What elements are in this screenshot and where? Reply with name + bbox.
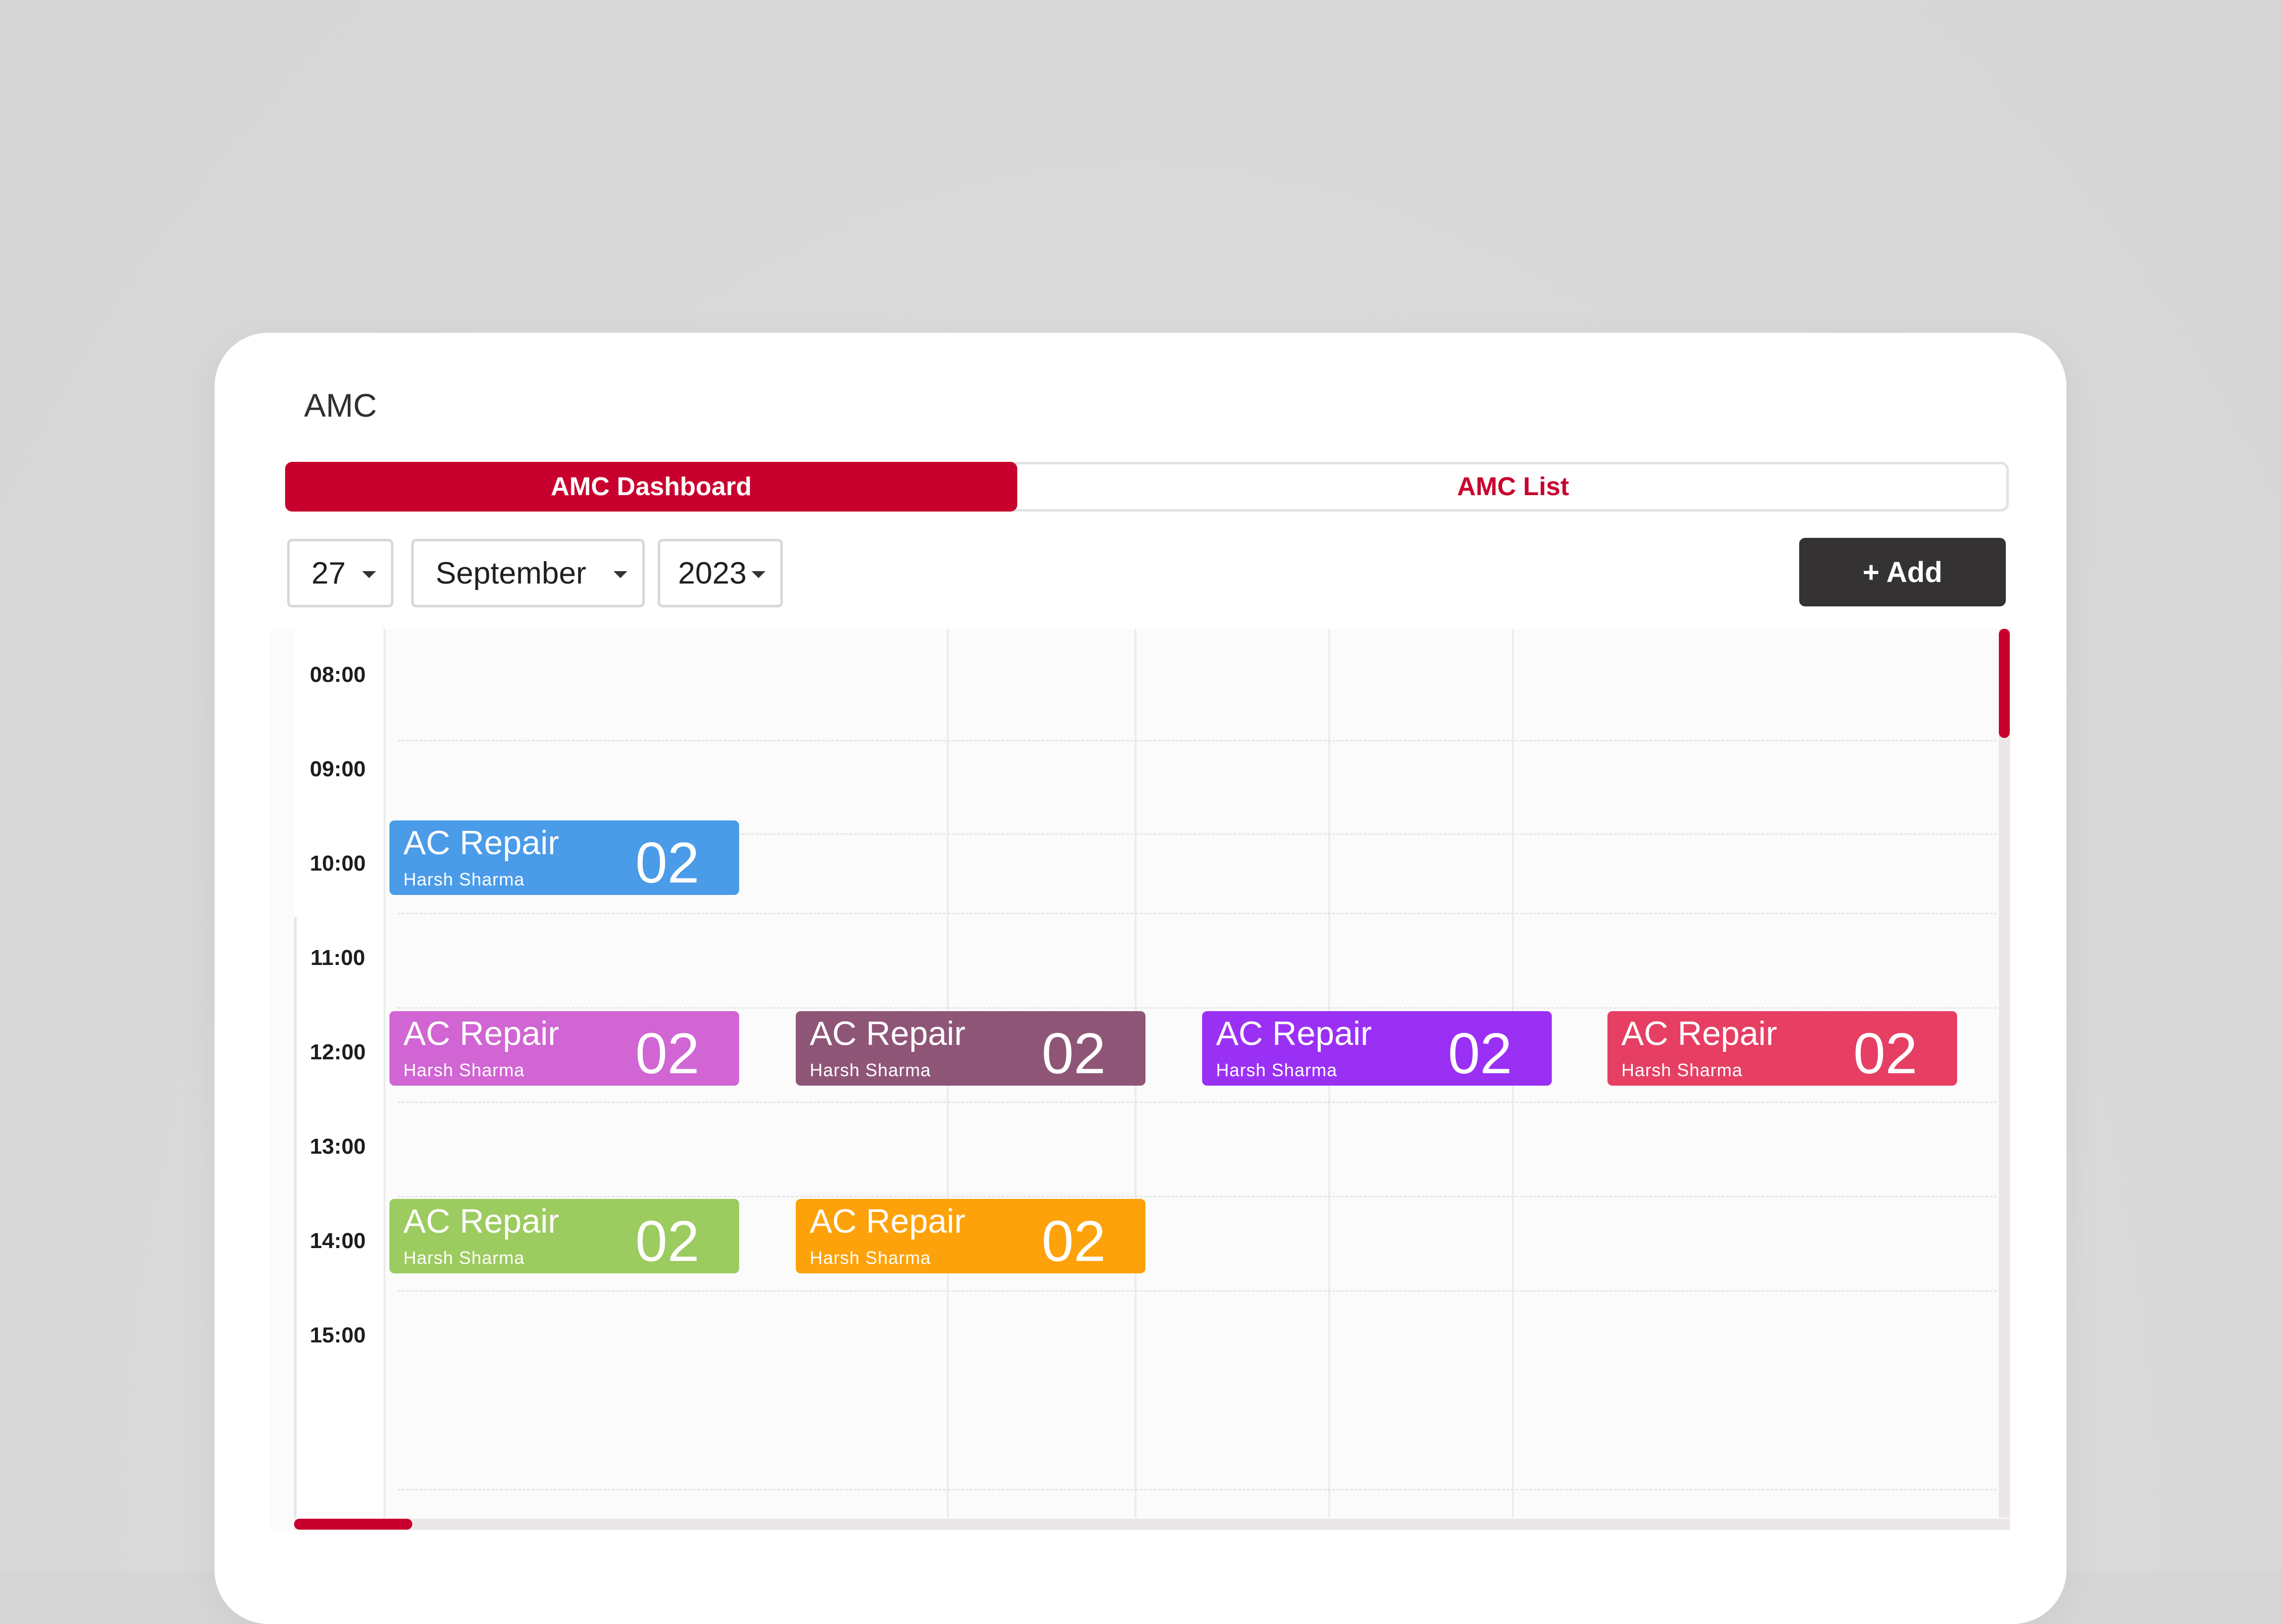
event-count: 02 <box>635 830 699 895</box>
horizontal-scrollbar[interactable] <box>294 1519 2010 1530</box>
event-assignee: Harsh Sharma <box>403 1060 525 1080</box>
caret-down-icon <box>613 571 627 578</box>
day-select-value: 27 <box>311 556 346 591</box>
event-assignee: Harsh Sharma <box>1216 1060 1338 1080</box>
hour-gridline <box>397 1489 1997 1490</box>
event-title: AC Repair <box>810 1202 966 1240</box>
time-label: 13:00 <box>309 1134 366 1159</box>
event-assignee: Harsh Sharma <box>810 1060 931 1080</box>
tab-amc-dashboard[interactable]: AMC Dashboard <box>285 462 1017 512</box>
hour-gridline <box>397 913 1997 914</box>
time-label: 11:00 <box>310 946 366 970</box>
event-title: AC Repair <box>403 1202 559 1240</box>
event-card[interactable]: AC Repair Harsh Sharma 02 <box>389 820 739 895</box>
hour-gridline <box>397 1007 1997 1009</box>
hour-gridline <box>397 1196 1997 1197</box>
time-label: 15:00 <box>309 1323 366 1347</box>
event-title: AC Repair <box>403 1015 559 1052</box>
event-count: 02 <box>1447 1021 1512 1086</box>
event-count: 02 <box>1853 1021 1917 1086</box>
day-select[interactable]: 27 <box>287 539 393 607</box>
time-column-divider <box>294 917 297 1518</box>
event-title: AC Repair <box>1216 1015 1372 1052</box>
caret-down-icon <box>752 571 765 578</box>
event-count: 02 <box>1041 1209 1106 1273</box>
page-title: AMC <box>304 387 377 424</box>
column-divider <box>383 629 385 1518</box>
hour-gridline <box>397 1102 1997 1103</box>
event-assignee: Harsh Sharma <box>403 869 525 889</box>
event-count: 02 <box>635 1021 699 1086</box>
event-assignee: Harsh Sharma <box>403 1248 525 1268</box>
hour-gridline <box>397 1290 1997 1292</box>
time-label: 09:00 <box>309 757 366 781</box>
horizontal-scrollbar-thumb[interactable] <box>294 1519 412 1530</box>
tab-amc-list[interactable]: AMC List <box>1017 462 2009 512</box>
event-card[interactable]: AC Repair Harsh Sharma 02 <box>1202 1011 1552 1086</box>
event-count: 02 <box>1041 1021 1106 1086</box>
event-card[interactable]: AC Repair Harsh Sharma 02 <box>389 1199 739 1273</box>
year-select[interactable]: 2023 <box>658 539 783 607</box>
month-select[interactable]: September <box>411 539 645 607</box>
event-card[interactable]: AC Repair Harsh Sharma 02 <box>389 1011 739 1086</box>
time-label: 10:00 <box>309 851 366 876</box>
event-assignee: Harsh Sharma <box>1621 1060 1743 1080</box>
vertical-scrollbar[interactable] <box>1999 629 2010 1518</box>
event-title: AC Repair <box>810 1015 966 1052</box>
time-label: 14:00 <box>309 1229 366 1253</box>
event-title: AC Repair <box>1621 1015 1777 1052</box>
caret-down-icon <box>362 571 376 578</box>
hour-gridline <box>397 740 1997 741</box>
event-assignee: Harsh Sharma <box>810 1248 931 1268</box>
event-count: 02 <box>635 1209 699 1273</box>
event-card[interactable]: AC Repair Harsh Sharma 02 <box>1607 1011 1957 1086</box>
time-label: 12:00 <box>309 1040 366 1064</box>
year-select-value: 2023 <box>678 556 747 591</box>
time-label: 08:00 <box>309 663 366 687</box>
event-card[interactable]: AC Repair Harsh Sharma 02 <box>796 1011 1145 1086</box>
event-title: AC Repair <box>403 824 559 862</box>
month-select-value: September <box>436 556 587 591</box>
event-card[interactable]: AC Repair Harsh Sharma 02 <box>796 1199 1145 1273</box>
vertical-scrollbar-thumb[interactable] <box>1999 629 2010 738</box>
add-button[interactable]: + Add <box>1799 538 2006 606</box>
